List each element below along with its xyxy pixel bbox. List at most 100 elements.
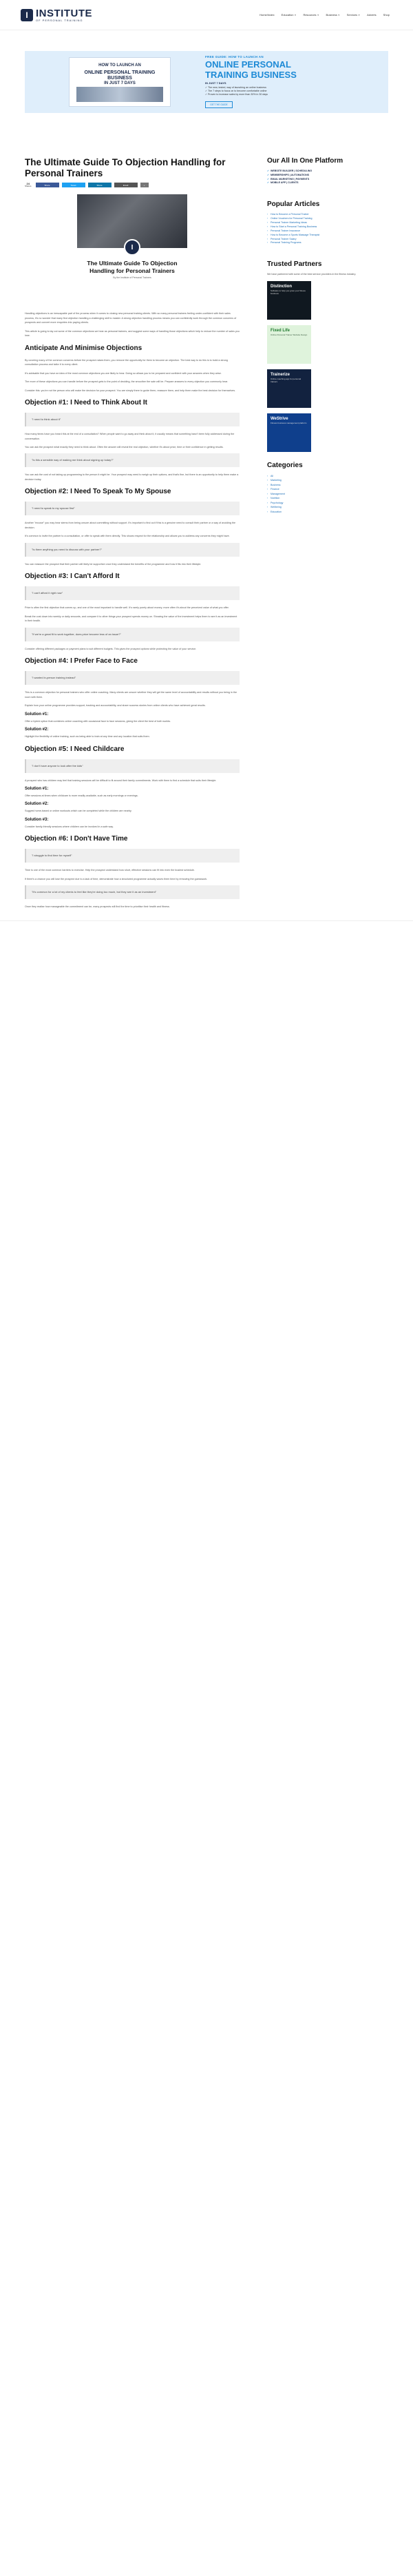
section-heading: Anticipate And Minimise Objections: [25, 344, 142, 352]
objection-quote: "I struggle to find time for myself": [25, 849, 240, 863]
logo-sub-text: OF PERSONAL TRAINING: [36, 18, 83, 22]
logo-main-text: INSTITUTE: [36, 7, 92, 19]
section-paragraph: You can ask the cost of not taking up pr…: [25, 473, 239, 481]
popular-articles-list: How to Become a Personal Trainer Online …: [267, 213, 388, 245]
get-guide-button[interactable]: GET THE GUIDE: [205, 101, 233, 109]
nav-item-shop[interactable]: Shop: [383, 13, 390, 17]
chevron-down-icon: ▼: [337, 13, 340, 17]
section-heading: Objection #5: I Need Childcare: [25, 745, 125, 753]
section-paragraph: Once they realise how manageable the com…: [25, 905, 170, 909]
partner-card-trainerize[interactable]: Trainerize Online coaching app for perso…: [267, 369, 311, 408]
category-link[interactable]: Education: [267, 510, 388, 515]
solution-text: Offer a hybrid option that combines onli…: [25, 719, 171, 723]
solution-heading: Solution #2:: [25, 728, 49, 732]
response-quote: "Is this a sensible way of making me thi…: [25, 453, 240, 468]
solution-text: Consider family-friendly sessions where …: [25, 825, 114, 828]
nav-item-services[interactable]: Services ▼: [347, 13, 360, 17]
check-icon: ✓: [267, 173, 270, 176]
objection-quote: "I wanted in-person training instead": [25, 671, 240, 686]
twitter-share-button[interactable]: Tweet: [61, 183, 85, 188]
section-paragraph: A prospect who has children may feel tha…: [25, 779, 217, 782]
objection-quote: "I don't have anyone to look after the k…: [25, 759, 240, 773]
article: The Ultimate Guide To Objection Handling…: [25, 157, 240, 914]
section-paragraph: Consider this: you're not the person who…: [25, 389, 236, 392]
partner-card-distinction[interactable]: Distinction Software to help you grow yo…: [267, 280, 311, 320]
section-heading: Objection #1: I Need to Think About It: [25, 399, 147, 407]
email-share-button[interactable]: Email: [114, 183, 138, 188]
share-row: 24 Shares Share Tweet Share Email +: [25, 182, 240, 188]
section-paragraph: If there's a chance you will lose the pr…: [25, 877, 208, 880]
feature-image: The Ultimate Guide To Objection Handling…: [77, 194, 187, 305]
intro-paragraph: This article is going to lay out some of…: [25, 329, 240, 338]
page-divider: [0, 920, 413, 921]
chevron-down-icon: ▼: [317, 13, 319, 17]
site-header: I INSTITUTE OF PERSONAL TRAINING Home/In…: [0, 0, 413, 30]
check-icon: ✓: [267, 169, 270, 172]
intro-paragraph: Handling objections is an inescapable pa…: [25, 312, 237, 324]
section-heading: Objection #4: I Prefer Face to Face: [25, 657, 138, 666]
section-paragraph: Price is often the first objection that …: [25, 606, 229, 610]
book-title: HOW TO LAUNCH AN: [98, 63, 141, 68]
book-photo: [76, 87, 163, 102]
nav-item-adverts[interactable]: Adverts: [367, 13, 377, 17]
partners-heading: Trusted Partners: [267, 260, 322, 269]
guide-book-image: HOW TO LAUNCH AN ONLINE PERSONAL TRAININ…: [69, 57, 171, 107]
feature-byline: By the Institute of Personal Trainers: [113, 276, 151, 279]
section-paragraph: By covering many of the common concerns …: [25, 358, 228, 367]
categories-heading: Categories: [267, 461, 303, 469]
nav-item-resources[interactable]: Resources ▼: [303, 13, 319, 17]
solution-heading: Solution #2:: [25, 802, 49, 807]
feature-title: The Ultimate Guide To Objection Handling…: [87, 260, 178, 274]
section-paragraph: How many times have you heard this at th…: [25, 433, 235, 440]
partner-card-fixedlife[interactable]: Fixed Life Online Personal Trainer Websi…: [267, 324, 311, 364]
categories-list: All Marketing Business Finance Managemen…: [267, 474, 388, 515]
article-title: The Ultimate Guide To Objection Handling…: [25, 157, 226, 179]
objection-quote: "I need to think about it": [25, 413, 240, 427]
solution-text: Highlight the flexibility of online trai…: [25, 735, 150, 739]
section-paragraph: Break the cost down into weekly or daily…: [25, 615, 237, 623]
section-paragraph: This is a common objection for personal …: [25, 691, 237, 699]
facebook-share-button[interactable]: Share: [35, 183, 59, 188]
section-paragraph: Time is one of the most common barriers …: [25, 869, 195, 872]
response-quote: "If we're a great fit to work together, …: [25, 627, 240, 641]
solution-heading: Solution #1:: [25, 786, 49, 791]
section-paragraph: You can ask the prospect what exactly th…: [25, 446, 224, 449]
linkedin-share-button[interactable]: Share: [87, 183, 112, 188]
nav-item-education[interactable]: Education ▼: [282, 13, 297, 17]
solution-text: Offer sessions at times when childcare i…: [25, 794, 138, 797]
popular-article-link[interactable]: Personal Training Programs: [267, 241, 388, 245]
chevron-down-icon: ▼: [358, 13, 361, 17]
check-icon: ✓: [267, 181, 270, 185]
more-share-button[interactable]: +: [140, 183, 149, 188]
site-logo[interactable]: I INSTITUTE OF PERSONAL TRAINING: [21, 8, 92, 22]
main-nav: Home/Index Education ▼ Resources ▼ Busines…: [260, 13, 390, 17]
logo-mark-icon: I: [21, 8, 33, 21]
objection-quote: "I can't afford it right now": [25, 586, 240, 601]
partner-card-westrive[interactable]: WeStrive Fitness business management pla…: [267, 413, 311, 452]
section-paragraph: Explain how your online programme provid…: [25, 704, 206, 708]
nav-item-home[interactable]: Home/Index: [260, 13, 275, 17]
hero-banner: HOW TO LAUNCH AN ONLINE PERSONAL TRAININ…: [25, 51, 388, 113]
section-paragraph: You can reassure the prospect that their…: [25, 562, 202, 566]
hero-eyebrow: FREE GUIDE: HOW TO LAUNCH AN: [205, 54, 264, 59]
hero-title-line1: ONLINE PERSONAL: [205, 59, 291, 70]
section-heading: Objection #3: I Can't Afford It: [25, 573, 120, 581]
platform-heading: Our All In One Platform: [267, 157, 343, 165]
hero-subtitle: IN JUST 7 DAYS: [205, 81, 226, 85]
response-quote: "It's common for a lot of my clients to …: [25, 885, 240, 900]
section-paragraph: It's advisable that you have an idea of …: [25, 371, 222, 375]
sidebar: Our All In One Platform ✓ WEBSITE BUILDER…: [267, 157, 388, 914]
section-paragraph: Another "excuse" you may hear stems from…: [25, 522, 236, 529]
response-quote: "Is there anything you need to discuss w…: [25, 542, 240, 557]
check-icon: ✓: [267, 177, 270, 181]
section-heading: Objection #2: I Need To Speak To My Spou…: [25, 488, 171, 496]
hero-bullet-list: ✓ The new, tested, way of launching an o…: [205, 86, 358, 97]
partners-description: We have partnered with some of the best …: [267, 273, 357, 276]
chevron-down-icon: ▼: [294, 13, 297, 17]
section-heading: Objection #6: I Don't Have Time: [25, 835, 128, 843]
nav-item-business[interactable]: Business ▼: [326, 13, 340, 17]
hero-section: HOW TO LAUNCH AN ONLINE PERSONAL TRAININ…: [0, 30, 413, 146]
section-paragraph: It's common to invite the partner to a c…: [25, 535, 230, 538]
book-title-main: ONLINE PERSONAL TRAINING BUSINESS: [84, 70, 156, 81]
share-count: 24 Shares: [25, 182, 32, 188]
